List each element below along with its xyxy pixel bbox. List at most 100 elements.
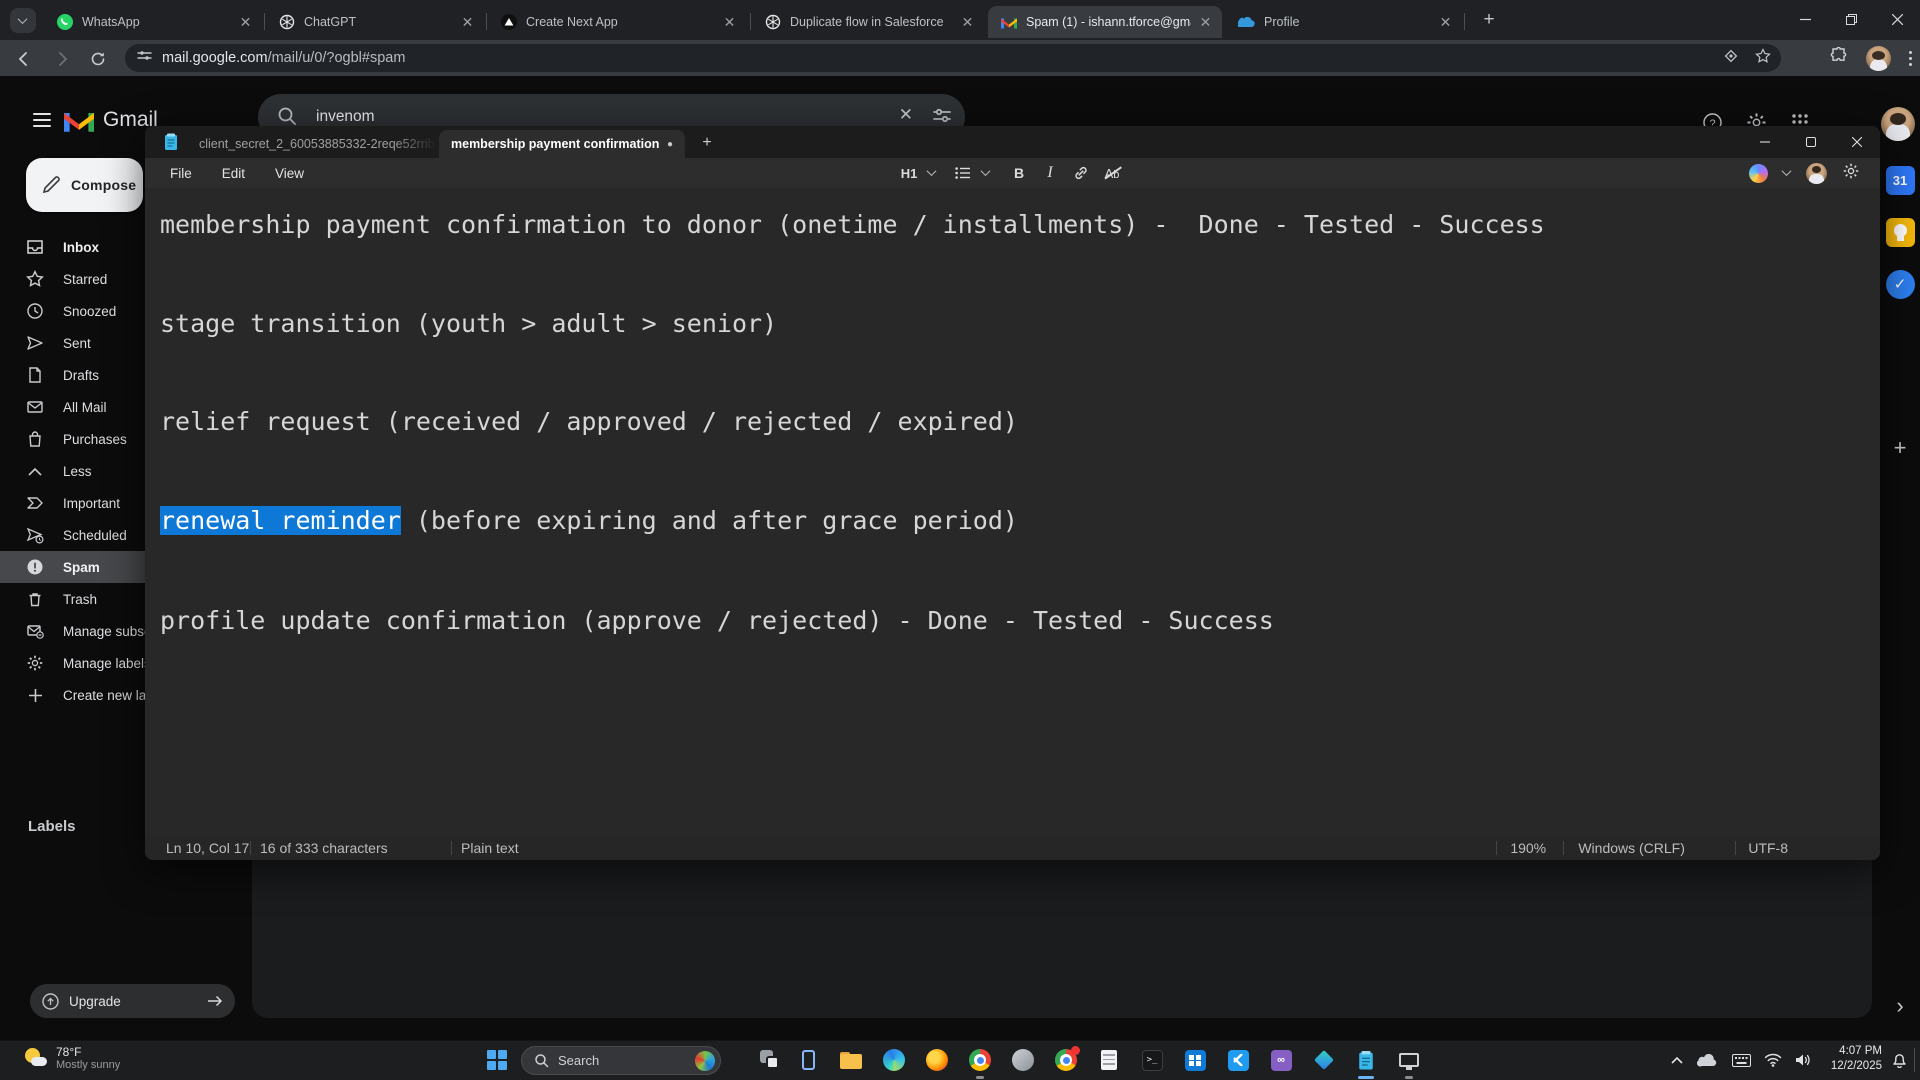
browser-tab-salesforce-flow[interactable]: Duplicate flow in Salesforce ✕ — [752, 6, 984, 38]
tab-close-icon[interactable]: ✕ — [1197, 14, 1214, 31]
visual-studio-icon[interactable]: ∞ — [1268, 1047, 1294, 1073]
maximize-button[interactable] — [1828, 0, 1874, 38]
task-view-icon[interactable] — [757, 1047, 783, 1073]
clear-formatting-button[interactable]: Ab — [1100, 161, 1124, 185]
diamond-app-icon[interactable] — [1311, 1047, 1337, 1073]
reading-mode-icon[interactable] — [1723, 48, 1739, 69]
weather-widget[interactable]: 78°F Mostly sunny — [24, 1045, 120, 1071]
chrome-profile2-icon[interactable] — [1053, 1046, 1080, 1073]
tab-search-button[interactable] — [10, 8, 36, 33]
keep-icon[interactable] — [1884, 216, 1916, 248]
wifi-icon[interactable] — [1760, 1047, 1786, 1073]
reload-button[interactable] — [84, 45, 111, 72]
notifications-bell-icon[interactable] — [1886, 1047, 1912, 1073]
link-button[interactable] — [1069, 161, 1093, 185]
address-bar[interactable]: mail.google.com/mail/u/0/?ogbl#spam — [125, 44, 1781, 72]
close-button[interactable] — [1874, 0, 1920, 38]
tab-close-icon[interactable]: ✕ — [959, 14, 976, 31]
notepad-new-tab-button[interactable]: + — [697, 133, 717, 153]
browser-tab-profile[interactable]: Profile ✕ — [1226, 6, 1462, 38]
notepad-tab-client-secret[interactable]: client_secret_2_60053885332-2reqe52rriba — [189, 130, 437, 158]
chevron-down-icon[interactable] — [1783, 169, 1791, 177]
chrome-icon[interactable] — [967, 1047, 993, 1073]
chevron-down-icon[interactable] — [982, 169, 990, 177]
phone-link-icon[interactable] — [795, 1047, 821, 1073]
notepad-minimize-button[interactable] — [1742, 126, 1788, 158]
copilot-icon[interactable] — [1749, 163, 1768, 183]
edge-icon[interactable] — [881, 1047, 907, 1073]
selected-text[interactable]: renewal reminder — [160, 506, 401, 535]
spam-icon — [26, 558, 44, 576]
gmail-account-avatar[interactable] — [1881, 107, 1915, 141]
file-explorer-icon[interactable] — [838, 1047, 864, 1073]
tab-close-icon[interactable]: ✕ — [721, 14, 738, 31]
tab-close-icon[interactable]: ✕ — [237, 14, 254, 31]
text-line[interactable]: stage transition (youth > adult > senior… — [160, 307, 777, 340]
browser-tab-create-next-app[interactable]: Create Next App ✕ — [488, 6, 746, 38]
notepad-tab-membership[interactable]: membership payment confirmation ● — [439, 130, 685, 158]
taskbar-search[interactable]: Search — [521, 1046, 721, 1075]
browser-tab-chatgpt[interactable]: ChatGPT ✕ — [266, 6, 484, 38]
site-info-icon[interactable] — [137, 48, 152, 68]
notepad-account-avatar[interactable] — [1806, 162, 1827, 184]
upgrade-button[interactable]: Upgrade — [30, 984, 235, 1018]
chevron-down-icon[interactable] — [928, 169, 936, 177]
text-document-app-icon[interactable] — [1096, 1047, 1122, 1073]
notepad-text-area[interactable]: membership payment confirmation to donor… — [145, 188, 1880, 835]
text-line[interactable]: membership payment confirmation to donor… — [160, 208, 1545, 241]
tasks-icon[interactable]: ✓ — [1884, 268, 1916, 300]
extensions-icon[interactable] — [1830, 46, 1848, 70]
start-button[interactable] — [484, 1047, 510, 1073]
back-button[interactable] — [10, 45, 37, 72]
search-input[interactable]: invenom — [316, 108, 375, 126]
get-addons-plus-icon[interactable]: + — [1884, 432, 1916, 464]
tab-label: Create Next App — [526, 15, 618, 29]
vscode-icon[interactable] — [1225, 1047, 1251, 1073]
notepad-maximize-button[interactable] — [1788, 126, 1834, 158]
italic-button[interactable]: I — [1038, 161, 1062, 185]
new-tab-button[interactable]: + — [1476, 8, 1502, 33]
running-indicator — [1405, 1076, 1413, 1079]
terminal-icon[interactable]: >_ — [1139, 1047, 1165, 1073]
text-line[interactable]: relief request (received / approved / re… — [160, 405, 1018, 438]
tray-clock[interactable]: 4:07 PM 12/2/2025 — [1824, 1044, 1882, 1074]
browser-tab-gmail-spam[interactable]: Spam (1) - ishann.tforce@gmai ✕ — [988, 6, 1222, 38]
menu-view[interactable]: View — [260, 166, 319, 181]
firefox-icon[interactable] — [924, 1047, 950, 1073]
list-style-button[interactable] — [951, 161, 975, 185]
clear-search-icon[interactable]: ✕ — [899, 105, 913, 125]
minimize-button[interactable] — [1782, 0, 1828, 38]
zoom-level[interactable]: 190% — [1510, 840, 1563, 856]
tray-chevron-up-icon[interactable] — [1664, 1047, 1690, 1073]
browser-menu-icon[interactable] — [1909, 50, 1912, 66]
volume-icon[interactable] — [1790, 1047, 1816, 1073]
forward-button[interactable] — [48, 45, 75, 72]
browser-profile-avatar[interactable] — [1866, 45, 1891, 71]
tab-close-icon[interactable]: ✕ — [459, 14, 476, 31]
display-app-icon[interactable] — [1396, 1047, 1422, 1073]
text-line[interactable]: profile update confirmation (approve / r… — [160, 604, 1274, 637]
bookmark-star-icon[interactable] — [1755, 47, 1771, 69]
browser-tab-whatsapp[interactable]: WhatsApp ✕ — [44, 6, 262, 38]
show-desktop-button[interactable] — [1914, 1048, 1915, 1072]
notepad-close-button[interactable] — [1834, 126, 1880, 158]
heading-style-button[interactable]: H1 — [897, 161, 921, 185]
notepad-taskbar-icon[interactable] — [1353, 1047, 1379, 1073]
calendar-icon[interactable]: 31 — [1884, 164, 1916, 196]
gmail-m-icon — [64, 112, 94, 132]
tab-close-icon[interactable]: ✕ — [1437, 14, 1454, 31]
menu-edit[interactable]: Edit — [207, 166, 260, 181]
menu-file[interactable]: File — [155, 166, 207, 181]
side-panel-toggle-icon[interactable]: › — [1884, 990, 1916, 1022]
envelope-icon — [26, 398, 44, 416]
microsoft-store-icon[interactable] — [1182, 1047, 1208, 1073]
touch-keyboard-icon[interactable] — [1728, 1047, 1754, 1073]
steam-icon[interactable] — [1010, 1047, 1036, 1073]
notepad-titlebar[interactable]: client_secret_2_60053885332-2reqe52rriba… — [145, 126, 1880, 158]
bold-button[interactable]: B — [1007, 161, 1031, 185]
compose-button[interactable]: Compose — [26, 158, 143, 212]
main-menu-icon[interactable] — [22, 102, 62, 138]
notepad-settings-gear-icon[interactable] — [1842, 162, 1860, 185]
onedrive-icon[interactable] — [1694, 1047, 1720, 1073]
text-line-with-selection[interactable]: renewal reminder (before expiring and af… — [160, 504, 1018, 537]
